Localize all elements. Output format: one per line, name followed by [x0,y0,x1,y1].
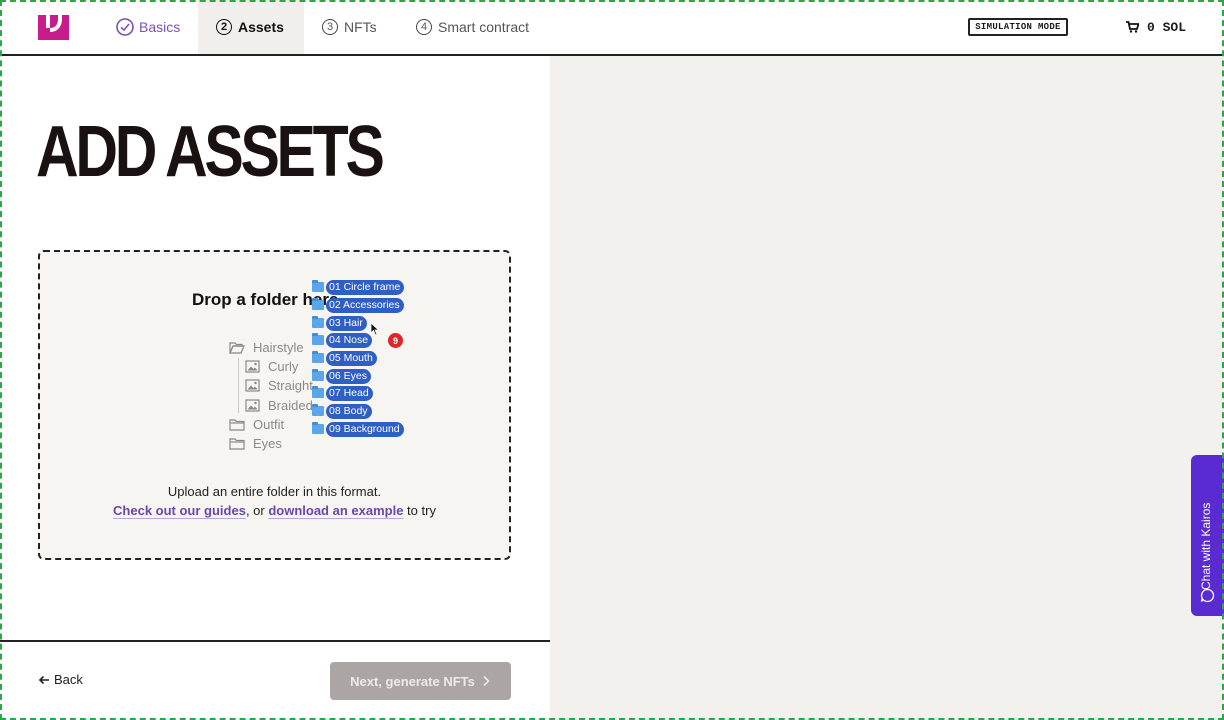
dragged-folder-chip: 08 Body [312,403,372,419]
tree-item-straight: Straight [245,378,313,393]
folder-icon [312,280,324,292]
tree-item-curly: Curly [245,359,298,374]
folder-icon [312,386,324,398]
tree-item-label: Straight [268,378,313,393]
back-button[interactable]: Back [38,672,83,687]
tree-item-label: Curly [268,359,299,374]
dragged-folder-chip: 02 Accessories [312,297,404,313]
tree-item-hairstyle: Hairstyle [229,340,304,355]
tree-item-label: Braided [268,398,313,413]
step-assets-label: Assets [238,19,284,35]
folder-icon [229,419,245,431]
step-assets-number: 2 [216,19,232,35]
upload-instructions: Upload an entire folder in this format. [167,484,382,499]
back-label: Back [54,672,83,687]
download-example-link[interactable]: download an example [268,503,403,518]
dragged-folder-label: 02 Accessories [326,297,404,313]
cart-button[interactable]: 0 SOL [1126,18,1186,36]
check-circle-icon [116,18,134,36]
step-nfts-label: NFTs [344,19,377,35]
simulation-mode-badge[interactable]: SIMULATION MODE [968,18,1068,36]
links-trailing-text: to try [403,503,436,518]
step-assets[interactable]: 2 Assets [198,0,304,54]
step-smart-contract-label: Smart contract [438,19,530,35]
arrow-left-icon [38,675,49,684]
folder-icon [312,333,324,345]
step-basics-label: Basics [139,19,181,35]
folder-icon [229,438,245,450]
tree-item-eyes: Eyes [229,436,282,451]
dragged-folder-chip: 04 Nose [312,332,373,348]
preview-panel [550,56,1224,720]
next-label: Next, generate NFTs [350,673,475,689]
dragged-folder-chip: 03 Hair [312,315,367,331]
page-title: ADD ASSETS [36,112,385,192]
dragged-folder-label: 06 Eyes [326,368,371,384]
guides-link[interactable]: Check out our guides [113,503,246,518]
step-basics[interactable]: Basics [116,0,180,54]
dragged-folder-chip: 05 Mouth [312,350,377,366]
tree-connector [238,358,239,413]
dragged-folder-label: 09 Background [326,421,404,437]
folder-icon [312,316,324,328]
folder-open-icon [229,342,245,354]
links-separator: , or [245,503,269,518]
app-logo[interactable] [38,15,69,40]
folder-icon [312,404,324,416]
dragged-folder-label: 07 Head [326,385,373,401]
chat-bubble-icon [1200,588,1215,603]
tree-item-label: Hairstyle [253,340,304,355]
dragged-folder-label: 04 Nose [326,332,373,348]
dragged-folder-label: 01 Circle frame [326,279,405,295]
top-navigation-bar: Basics 2 Assets 3 NFTs 4 Smart contract … [0,0,1224,56]
tree-item-label: Outfit [253,417,285,432]
dragged-folder-chip: 07 Head [312,385,373,401]
chat-with-kairos-tab[interactable]: Chat with Kairos [1191,455,1224,616]
step-smart-contract-number: 4 [416,19,432,35]
dragged-folder-chip: 06 Eyes [312,368,371,384]
image-icon [245,379,260,392]
step-nfts[interactable]: 3 NFTs [322,0,377,54]
dragged-folder-label: 05 Mouth [326,350,377,366]
step-smart-contract[interactable]: 4 Smart contract [416,0,529,54]
drag-count-badge: 9 [388,333,403,348]
folder-icon [312,369,324,381]
image-icon [245,360,260,373]
dragged-folder-label: 03 Hair [326,315,367,331]
image-icon [245,399,260,412]
chevron-right-icon [483,675,490,687]
folder-icon [312,422,324,434]
dragged-folder-chip: 09 Background [312,421,404,437]
next-generate-nfts-button[interactable]: Next, generate NFTs [330,662,511,700]
folder-icon [312,298,324,310]
tree-item-outfit: Outfit [229,417,284,432]
help-links: Check out our guides, or download an exa… [38,503,511,518]
mouse-cursor-icon [370,322,380,336]
tree-item-label: Eyes [253,436,282,451]
footer-divider [0,640,550,642]
dragged-folder-label: 08 Body [326,403,372,419]
cart-value: 0 SOL [1147,19,1187,35]
dragged-folder-chip: 01 Circle frame [312,279,405,295]
cart-icon [1126,21,1139,33]
tree-item-braided: Braided [245,398,313,413]
chat-label: Chat with Kairos [1199,502,1213,590]
folder-icon [312,351,324,363]
step-nfts-number: 3 [322,19,338,35]
